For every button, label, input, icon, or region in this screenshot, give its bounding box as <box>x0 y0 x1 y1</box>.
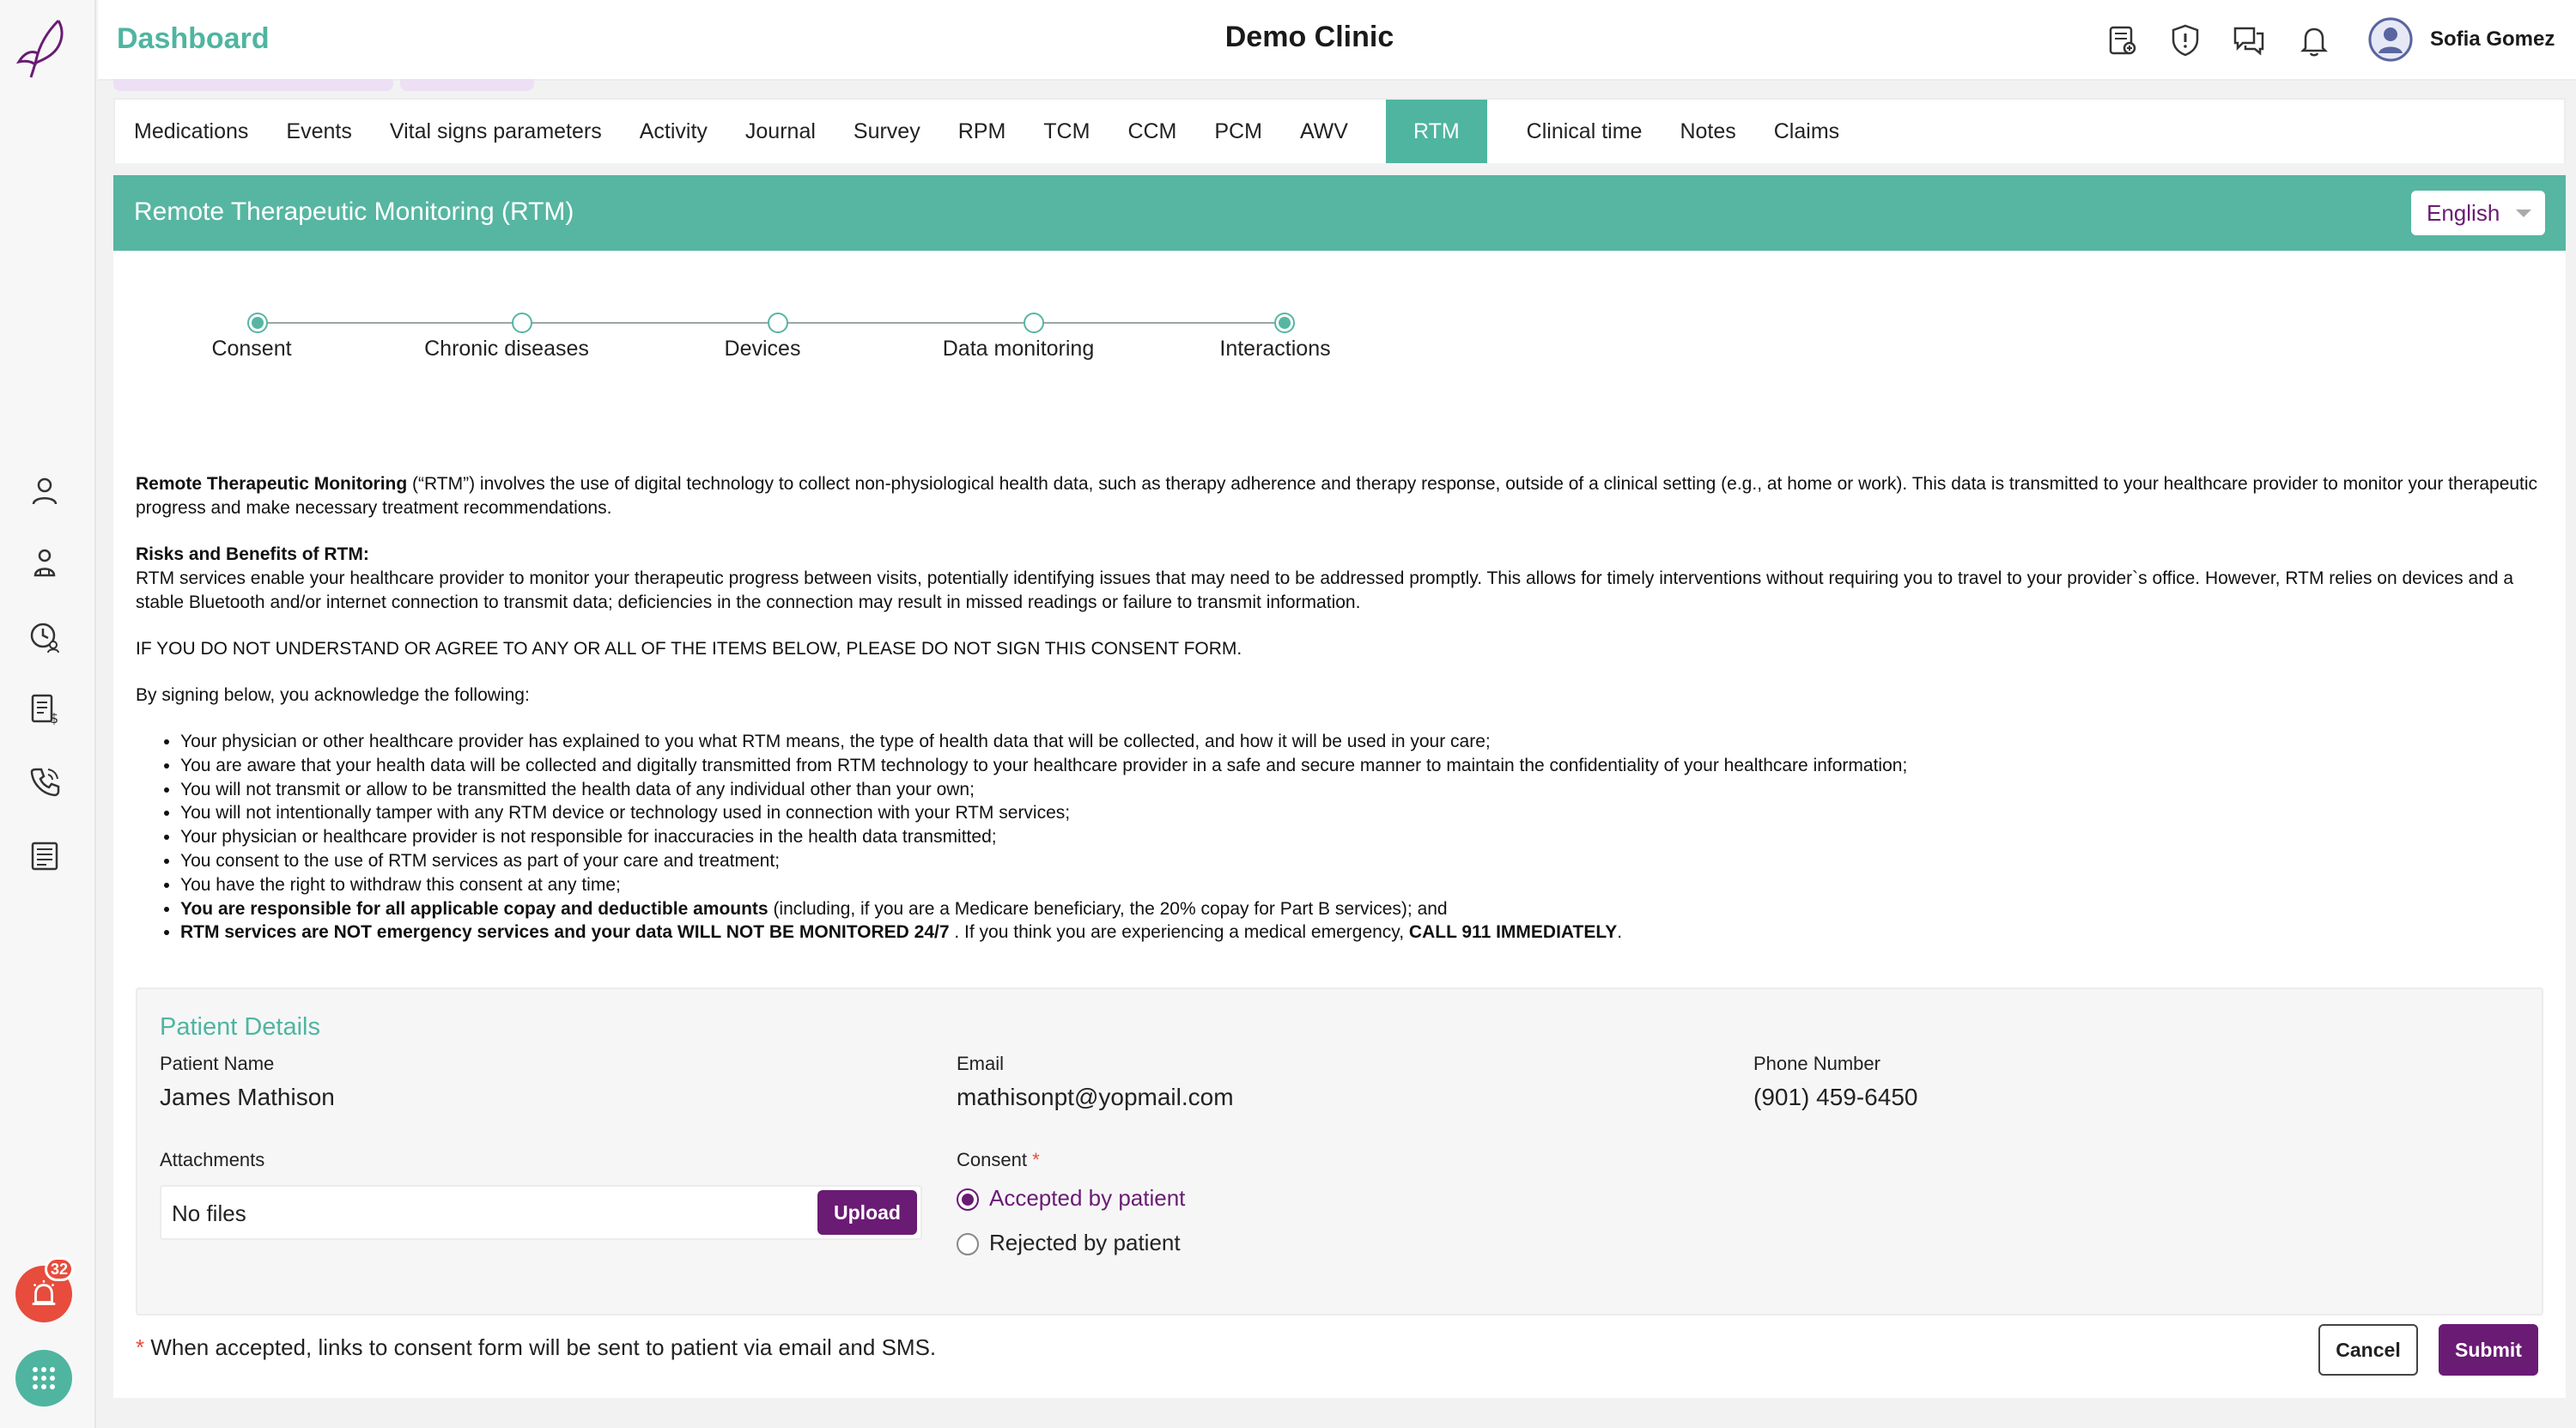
phone-value: (901) 459-6450 <box>1753 1084 1918 1110</box>
tab-activity[interactable]: Activity <box>621 100 726 163</box>
patient-name-value: James Mathison <box>160 1084 335 1110</box>
step-dot-interactions[interactable] <box>1274 313 1295 333</box>
consent-acknowledge: By signing below, you acknowledge the fo… <box>136 685 530 705</box>
clinic-name: Demo Clinic <box>1224 21 1394 53</box>
clock-user-icon[interactable] <box>27 620 62 654</box>
tab-events[interactable]: Events <box>267 100 370 163</box>
chevron-down-icon <box>2516 210 2531 217</box>
progress-stepper: Consent Chronic diseases Devices Data mo… <box>113 251 1487 388</box>
consent-risks: Risks and Benefits of RTM: RTM services … <box>136 543 2540 615</box>
billing-icon[interactable]: $ <box>27 692 62 726</box>
risks-heading: Risks and Benefits of RTM: <box>136 544 369 564</box>
upload-button[interactable]: Upload <box>817 1190 917 1235</box>
rejected-radio[interactable] <box>957 1233 979 1255</box>
tab-ccm[interactable]: CCM <box>1109 100 1195 163</box>
submit-button[interactable]: Submit <box>2439 1324 2538 1376</box>
medical-chart-icon[interactable] <box>2104 22 2140 58</box>
tab-pcm[interactable]: PCM <box>1195 100 1281 163</box>
patient-details-title: Patient Details <box>160 1013 320 1041</box>
bell-icon[interactable] <box>2296 22 2332 58</box>
phone-label: Phone Number <box>1753 1053 1880 1074</box>
consent-text: Remote Therapeutic Monitoring (“RTM”) in… <box>136 472 2540 945</box>
language-value: English <box>2427 199 2500 226</box>
consent-items: Your physician or other healthcare provi… <box>180 730 2540 945</box>
attachments-value: No files <box>172 1200 246 1226</box>
step-label-consent: Consent <box>211 337 292 361</box>
list-item: You will not transmit or allow to be tra… <box>180 778 2540 802</box>
tab-rtm[interactable]: RTM <box>1385 100 1487 163</box>
rtm-consent-card: Consent Chronic diseases Devices Data mo… <box>113 251 2566 1398</box>
section-title: Remote Therapeutic Monitoring (RTM) <box>134 197 574 226</box>
consent-warning: IF YOU DO NOT UNDERSTAND OR AGREE TO ANY… <box>136 639 1242 659</box>
risks-text: RTM services enable your healthcare prov… <box>136 568 2514 612</box>
svg-text:$: $ <box>50 710 58 726</box>
accepted-radio[interactable] <box>957 1188 979 1211</box>
top-header: Dashboard Demo Clinic Sofia Gomez <box>98 0 2576 81</box>
phone-icon[interactable] <box>27 764 62 799</box>
accepted-radio-label[interactable]: Accepted by patient <box>989 1185 1185 1212</box>
apps-grid-icon[interactable] <box>15 1350 72 1407</box>
consent-intro: Remote Therapeutic Monitoring (“RTM”) in… <box>136 474 2538 518</box>
email-label: Email <box>957 1053 1005 1074</box>
consent-label: Consent * <box>957 1149 1040 1170</box>
rejected-radio-label[interactable]: Rejected by patient <box>989 1230 1181 1256</box>
tab-awv[interactable]: AWV <box>1281 100 1367 163</box>
step-label-data-monitoring: Data monitoring <box>942 337 1095 361</box>
user-avatar-icon[interactable] <box>2368 17 2413 62</box>
list-item: Your physician or other healthcare provi… <box>180 730 2540 754</box>
language-select[interactable]: English <box>2411 191 2545 235</box>
hidden-tag-chip <box>113 79 393 91</box>
step-label-interactions: Interactions <box>1219 337 1331 361</box>
step-dot-data-monitoring[interactable] <box>1024 313 1044 333</box>
user-name[interactable]: Sofia Gomez <box>2430 27 2555 52</box>
email-value: mathisonpt@yopmail.com <box>957 1084 1234 1110</box>
users-group-icon[interactable] <box>27 546 62 580</box>
tab-medications[interactable]: Medications <box>115 100 267 163</box>
required-mark: * <box>1032 1149 1040 1170</box>
list-item: You consent to the use of RTM services a… <box>180 849 2540 873</box>
list-item: You are responsible for all applicable c… <box>180 897 2540 921</box>
tab-vital-signs-parameters[interactable]: Vital signs parameters <box>371 100 621 163</box>
alert-count-badge: 32 <box>45 1257 75 1281</box>
cancel-button[interactable]: Cancel <box>2318 1324 2418 1376</box>
step-dot-chronic-diseases[interactable] <box>512 313 532 333</box>
list-item: You have the right to withdraw this cons… <box>180 873 2540 897</box>
step-dot-devices[interactable] <box>768 313 788 333</box>
step-label-chronic-diseases: Chronic diseases <box>424 337 589 361</box>
list-item: RTM services are NOT emergency services … <box>180 921 2540 945</box>
tab-clinical-time[interactable]: Clinical time <box>1508 100 1662 163</box>
feather-logo-icon[interactable] <box>14 15 76 81</box>
attachments-field[interactable]: No files Upload <box>160 1185 922 1240</box>
consent-footnote: * When accepted, links to consent form w… <box>136 1334 937 1360</box>
attachments-label: Attachments <box>160 1149 265 1170</box>
sidebar: $ 32 <box>0 0 96 1428</box>
shield-alert-icon[interactable] <box>2167 22 2203 58</box>
hidden-tag-chip <box>400 79 534 91</box>
section-banner: Remote Therapeutic Monitoring (RTM) Engl… <box>113 175 2566 251</box>
tab-rpm[interactable]: RPM <box>939 100 1025 163</box>
tab-journal[interactable]: Journal <box>726 100 835 163</box>
step-label-devices: Devices <box>724 337 801 361</box>
list-item: You are aware that your health data will… <box>180 754 2540 778</box>
list-item: Your physician or healthcare provider is… <box>180 825 2540 849</box>
patient-details-panel: Patient Details Patient Name James Mathi… <box>136 987 2543 1316</box>
tab-survey[interactable]: Survey <box>835 100 939 163</box>
list-icon[interactable] <box>27 838 62 872</box>
tab-tcm[interactable]: TCM <box>1024 100 1109 163</box>
patient-tabs: Medications Events Vital signs parameter… <box>113 98 2566 163</box>
chat-bubbles-icon[interactable] <box>2231 22 2267 58</box>
tab-notes[interactable]: Notes <box>1661 100 1754 163</box>
user-icon[interactable] <box>27 474 62 508</box>
tab-claims[interactable]: Claims <box>1755 100 1858 163</box>
patient-name-label: Patient Name <box>160 1053 275 1074</box>
list-item: You will not intentionally tamper with a… <box>180 801 2540 825</box>
step-dot-consent[interactable] <box>247 313 268 333</box>
